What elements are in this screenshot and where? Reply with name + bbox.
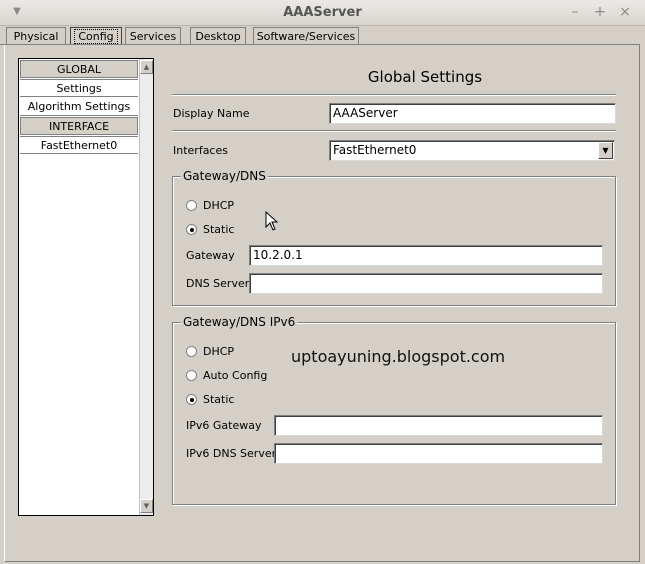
minimize-icon[interactable]: – — [566, 3, 584, 21]
dns-server-field[interactable] — [249, 273, 603, 294]
radio-label: Static — [203, 223, 235, 236]
scroll-up-icon[interactable]: ▲ — [140, 60, 153, 74]
tab-label: Physical — [13, 30, 59, 43]
close-icon[interactable]: × — [616, 3, 634, 21]
ipv6-gateway-field[interactable] — [274, 415, 603, 436]
ipv6-dns-server-field[interactable] — [274, 443, 603, 464]
sidebar-item-algorithm-settings[interactable]: Algorithm Settings — [20, 98, 138, 116]
chevron-down-icon[interactable]: ▼ — [598, 142, 613, 159]
radio-on-icon — [186, 224, 197, 235]
scroll-down-icon[interactable]: ▼ — [140, 499, 153, 513]
gateway-dns-legend: Gateway/DNS — [181, 169, 268, 183]
gateway-label: Gateway — [186, 249, 235, 262]
ipv6-dns-server-label: IPv6 DNS Server — [186, 447, 277, 460]
tab-services[interactable]: Services — [125, 27, 181, 45]
ipv6-dhcp-radio[interactable]: DHCP — [186, 345, 234, 359]
divider — [172, 130, 616, 132]
divider — [172, 94, 616, 96]
radio-label: Auto Config — [203, 369, 268, 382]
tab-label: Services — [129, 30, 177, 43]
tab-desktop[interactable]: Desktop — [190, 27, 246, 45]
radio-label: Static — [203, 393, 235, 406]
radio-off-icon — [186, 346, 197, 357]
interfaces-select[interactable]: FastEthernet0 ▼ — [329, 140, 615, 161]
radio-off-icon — [186, 370, 197, 381]
tab-physical[interactable]: Physical — [6, 27, 66, 45]
tab-label: Software/Services — [256, 30, 356, 43]
sidebar-list: GLOBAL Settings Algorithm Settings INTER… — [18, 58, 154, 516]
maximize-icon[interactable]: + — [591, 3, 609, 21]
title-bar: ▼ AAAServer – + × — [0, 0, 645, 26]
gateway-field[interactable]: 10.2.0.1 — [249, 245, 603, 266]
display-name-label: Display Name — [173, 107, 250, 120]
sidebar-item-settings[interactable]: Settings — [20, 79, 138, 97]
tab-label: Desktop — [195, 30, 241, 43]
radio-label: DHCP — [203, 345, 235, 358]
sidebar-item-fastethernet0[interactable]: FastEthernet0 — [20, 136, 138, 154]
mouse-cursor-icon — [265, 211, 279, 231]
page-title: Global Settings — [367, 68, 483, 86]
sidebar-header-global[interactable]: GLOBAL — [20, 60, 138, 78]
watermark-text: uptoayuning.blogspot.com — [291, 347, 506, 366]
ipv6-auto-config-radio[interactable]: Auto Config — [186, 369, 267, 383]
radio-off-icon — [186, 200, 197, 211]
dns-server-label: DNS Server — [186, 277, 250, 290]
ipv6-static-radio[interactable]: Static — [186, 393, 234, 407]
sidebar-scrollbar[interactable]: ▲ ▼ — [139, 59, 153, 515]
ipv6-gateway-label: IPv6 Gateway — [186, 419, 262, 432]
tab-config[interactable]: Config — [70, 27, 122, 45]
tab-software-services[interactable]: Software/Services — [253, 27, 359, 45]
sidebar-header-interface[interactable]: INTERFACE — [20, 117, 138, 135]
gateway-static-radio[interactable]: Static — [186, 223, 234, 237]
gateway-dns-ipv6-legend: Gateway/DNS IPv6 — [181, 315, 298, 329]
gateway-dhcp-radio[interactable]: DHCP — [186, 199, 234, 213]
tab-label: Config — [74, 29, 118, 44]
radio-label: DHCP — [203, 199, 235, 212]
interfaces-label: Interfaces — [173, 144, 228, 157]
radio-on-icon — [186, 394, 197, 405]
interfaces-selected-value: FastEthernet0 — [333, 143, 417, 157]
display-name-field[interactable]: AAAServer — [329, 103, 616, 124]
window-title: AAAServer — [283, 5, 362, 20]
